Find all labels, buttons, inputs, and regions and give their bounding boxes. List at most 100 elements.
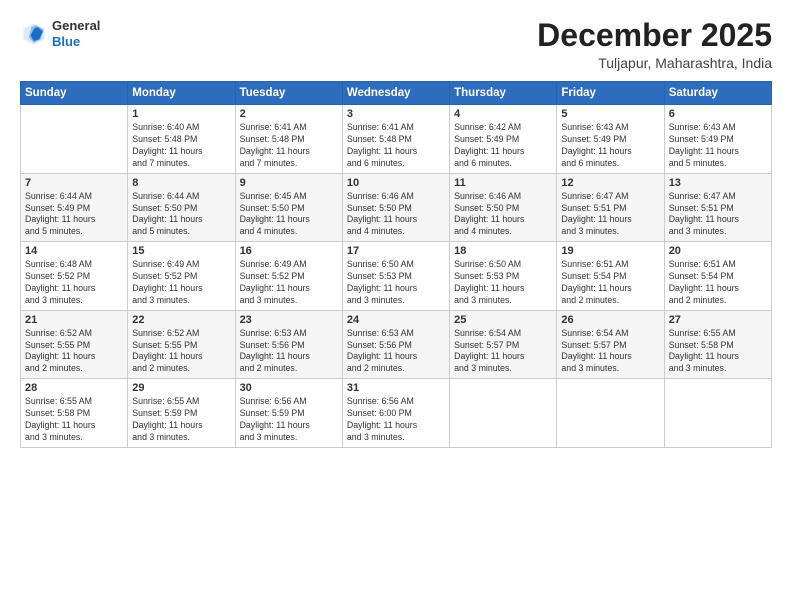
day-number: 8	[132, 177, 230, 189]
table-row: 31 Sunrise: 6:56 AM Sunset: 6:00 PM Dayli…	[342, 379, 449, 448]
day-info: Sunrise: 6:41 AM Sunset: 5:48 PM Dayligh…	[347, 122, 445, 170]
day-number: 21	[25, 314, 123, 326]
table-row: 15Sunrise: 6:49 AM Sunset: 5:52 PM Dayli…	[128, 242, 235, 311]
day-info: Sunrise: 6:43 AM Sunset: 5:49 PM Dayligh…	[669, 122, 767, 170]
day-info: Sunrise: 6:55 AM Sunset: 5:59 PM Dayligh…	[132, 396, 230, 444]
day-number: 6	[669, 108, 767, 120]
table-row: 7 Sunrise: 6:44 AM Sunset: 5:49 PM Daylig…	[21, 173, 128, 242]
table-row: 20 Sunrise: 6:51 AM Sunset: 5:54 PM Dayli…	[664, 242, 771, 311]
day-info: Sunrise: 6:46 AM Sunset: 5:50 PM Dayligh…	[347, 191, 445, 239]
day-number: 17	[347, 245, 445, 257]
table-row: 10 Sunrise: 6:46 AM Sunset: 5:50 PM Dayli…	[342, 173, 449, 242]
logo-text: General Blue	[52, 18, 100, 49]
day-info: Sunrise: 6:56 AM Sunset: 6:00 PM Dayligh…	[347, 396, 445, 444]
day-number: 16	[240, 245, 338, 257]
table-row: 14Sunrise: 6:48 AM Sunset: 5:52 PM Dayli…	[21, 242, 128, 311]
day-info: Sunrise: 6:45 AM Sunset: 5:50 PM Dayligh…	[240, 191, 338, 239]
day-info: Sunrise: 6:53 AM Sunset: 5:56 PM Dayligh…	[347, 328, 445, 376]
day-number: 24	[347, 314, 445, 326]
day-number: 29	[132, 382, 230, 394]
table-row: 1Sunrise: 6:40 AM Sunset: 5:48 PM Daylig…	[128, 105, 235, 174]
logo: General Blue	[20, 18, 100, 49]
day-info: Sunrise: 6:52 AM Sunset: 5:55 PM Dayligh…	[132, 328, 230, 376]
logo-icon	[20, 20, 48, 48]
calendar-week-row: 7 Sunrise: 6:44 AM Sunset: 5:49 PM Daylig…	[21, 173, 772, 242]
day-info: Sunrise: 6:43 AM Sunset: 5:49 PM Dayligh…	[561, 122, 659, 170]
title-block: December 2025 Tuljapur, Maharashtra, Ind…	[537, 18, 772, 71]
day-number: 30	[240, 382, 338, 394]
table-row: 17 Sunrise: 6:50 AM Sunset: 5:53 PM Dayli…	[342, 242, 449, 311]
day-info: Sunrise: 6:50 AM Sunset: 5:53 PM Dayligh…	[454, 259, 552, 307]
day-number: 10	[347, 177, 445, 189]
table-row: 22 Sunrise: 6:52 AM Sunset: 5:55 PM Dayli…	[128, 310, 235, 379]
day-info: Sunrise: 6:40 AM Sunset: 5:48 PM Dayligh…	[132, 122, 230, 170]
calendar: Sunday Monday Tuesday Wednesday Thursday…	[20, 81, 772, 448]
day-info: Sunrise: 6:54 AM Sunset: 5:57 PM Dayligh…	[561, 328, 659, 376]
day-info: Sunrise: 6:42 AM Sunset: 5:49 PM Dayligh…	[454, 122, 552, 170]
day-info: Sunrise: 6:55 AM Sunset: 5:58 PM Dayligh…	[669, 328, 767, 376]
day-number: 31	[347, 382, 445, 394]
table-row: 30 Sunrise: 6:56 AM Sunset: 5:59 PM Dayli…	[235, 379, 342, 448]
table-row: 4 Sunrise: 6:42 AM Sunset: 5:49 PM Daylig…	[450, 105, 557, 174]
calendar-week-row: 14Sunrise: 6:48 AM Sunset: 5:52 PM Dayli…	[21, 242, 772, 311]
day-number: 12	[561, 177, 659, 189]
day-info: Sunrise: 6:44 AM Sunset: 5:49 PM Dayligh…	[25, 191, 123, 239]
table-row: 19Sunrise: 6:51 AM Sunset: 5:54 PM Dayli…	[557, 242, 664, 311]
day-info: Sunrise: 6:52 AM Sunset: 5:55 PM Dayligh…	[25, 328, 123, 376]
day-number: 4	[454, 108, 552, 120]
day-info: Sunrise: 6:56 AM Sunset: 5:59 PM Dayligh…	[240, 396, 338, 444]
table-row	[21, 105, 128, 174]
table-row	[450, 379, 557, 448]
col-saturday: Saturday	[664, 82, 771, 105]
table-row: 5 Sunrise: 6:43 AM Sunset: 5:49 PM Daylig…	[557, 105, 664, 174]
logo-general: General	[52, 18, 100, 34]
day-info: Sunrise: 6:51 AM Sunset: 5:54 PM Dayligh…	[669, 259, 767, 307]
col-wednesday: Wednesday	[342, 82, 449, 105]
header: General Blue December 2025 Tuljapur, Mah…	[20, 18, 772, 71]
day-number: 26	[561, 314, 659, 326]
table-row: 21 Sunrise: 6:52 AM Sunset: 5:55 PM Dayli…	[21, 310, 128, 379]
calendar-week-row: 28 Sunrise: 6:55 AM Sunset: 5:58 PM Dayli…	[21, 379, 772, 448]
day-number: 23	[240, 314, 338, 326]
table-row	[557, 379, 664, 448]
day-number: 7	[25, 177, 123, 189]
table-row: 29 Sunrise: 6:55 AM Sunset: 5:59 PM Dayli…	[128, 379, 235, 448]
day-number: 28	[25, 382, 123, 394]
table-row: 11Sunrise: 6:46 AM Sunset: 5:50 PM Dayli…	[450, 173, 557, 242]
table-row: 12 Sunrise: 6:47 AM Sunset: 5:51 PM Dayli…	[557, 173, 664, 242]
table-row	[664, 379, 771, 448]
day-number: 20	[669, 245, 767, 257]
day-info: Sunrise: 6:49 AM Sunset: 5:52 PM Dayligh…	[240, 259, 338, 307]
location: Tuljapur, Maharashtra, India	[537, 55, 772, 71]
table-row: 23 Sunrise: 6:53 AM Sunset: 5:56 PM Dayli…	[235, 310, 342, 379]
day-info: Sunrise: 6:55 AM Sunset: 5:58 PM Dayligh…	[25, 396, 123, 444]
table-row: 8Sunrise: 6:44 AM Sunset: 5:50 PM Daylig…	[128, 173, 235, 242]
day-number: 25	[454, 314, 552, 326]
col-tuesday: Tuesday	[235, 82, 342, 105]
day-number: 15	[132, 245, 230, 257]
day-info: Sunrise: 6:50 AM Sunset: 5:53 PM Dayligh…	[347, 259, 445, 307]
table-row: 18 Sunrise: 6:50 AM Sunset: 5:53 PM Dayli…	[450, 242, 557, 311]
table-row: 6 Sunrise: 6:43 AM Sunset: 5:49 PM Daylig…	[664, 105, 771, 174]
logo-blue: Blue	[52, 34, 100, 50]
day-number: 2	[240, 108, 338, 120]
calendar-week-row: 21 Sunrise: 6:52 AM Sunset: 5:55 PM Dayli…	[21, 310, 772, 379]
day-info: Sunrise: 6:47 AM Sunset: 5:51 PM Dayligh…	[669, 191, 767, 239]
day-info: Sunrise: 6:47 AM Sunset: 5:51 PM Dayligh…	[561, 191, 659, 239]
day-info: Sunrise: 6:48 AM Sunset: 5:52 PM Dayligh…	[25, 259, 123, 307]
day-info: Sunrise: 6:53 AM Sunset: 5:56 PM Dayligh…	[240, 328, 338, 376]
table-row: 25Sunrise: 6:54 AM Sunset: 5:57 PM Dayli…	[450, 310, 557, 379]
table-row: 2Sunrise: 6:41 AM Sunset: 5:48 PM Daylig…	[235, 105, 342, 174]
day-number: 18	[454, 245, 552, 257]
day-number: 13	[669, 177, 767, 189]
table-row: 24 Sunrise: 6:53 AM Sunset: 5:56 PM Dayli…	[342, 310, 449, 379]
table-row: 27Sunrise: 6:55 AM Sunset: 5:58 PM Dayli…	[664, 310, 771, 379]
day-number: 5	[561, 108, 659, 120]
table-row: 16 Sunrise: 6:49 AM Sunset: 5:52 PM Dayli…	[235, 242, 342, 311]
page: General Blue December 2025 Tuljapur, Mah…	[0, 0, 792, 612]
day-number: 22	[132, 314, 230, 326]
day-number: 3	[347, 108, 445, 120]
day-info: Sunrise: 6:51 AM Sunset: 5:54 PM Dayligh…	[561, 259, 659, 307]
col-friday: Friday	[557, 82, 664, 105]
table-row: 3 Sunrise: 6:41 AM Sunset: 5:48 PM Daylig…	[342, 105, 449, 174]
